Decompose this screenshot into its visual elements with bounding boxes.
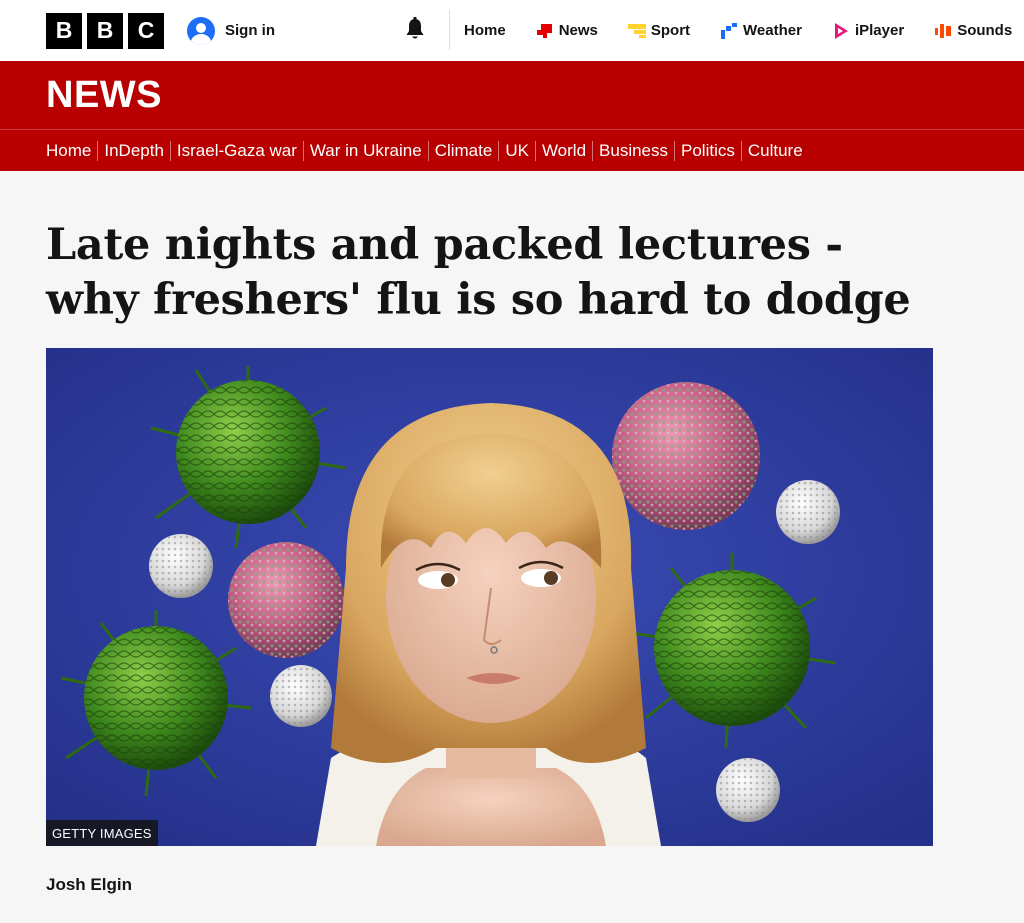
news-icon [536, 23, 552, 38]
section-item-politics[interactable]: Politics [674, 140, 741, 161]
section-item-war-in-ukraine[interactable]: War in Ukraine [302, 140, 428, 161]
nav-iplayer[interactable]: iPlayer [832, 22, 904, 40]
nav-home[interactable]: Home [464, 22, 506, 39]
nav-iplayer-label: iPlayer [854, 22, 905, 39]
sounds-icon [935, 23, 952, 38]
section-item-climate[interactable]: Climate [427, 140, 499, 161]
news-banner: NEWS [0, 61, 1024, 129]
article-headline: Late nights and packed lectures - why fr… [46, 220, 911, 325]
nav-weather[interactable]: Weather [720, 22, 802, 40]
section-item-culture[interactable]: Culture [740, 140, 809, 161]
global-nav: Home News Sport Weather iPlayer Sounds [464, 0, 1012, 61]
nav-sport-label: Sport [650, 22, 691, 39]
global-header: B B C Sign in Home News Sport Weather iP… [0, 0, 1024, 61]
hero-illustration [46, 348, 933, 846]
nav-sounds[interactable]: Sounds [934, 22, 1012, 40]
account-icon [187, 16, 215, 45]
section-item-israel-gaza-war[interactable]: Israel-Gaza war [169, 140, 303, 161]
iplayer-icon [834, 22, 848, 39]
bbc-logo-letter: C [128, 12, 164, 49]
sport-icon [627, 23, 646, 38]
bbc-logo[interactable]: B B C [46, 12, 164, 49]
section-item-indepth[interactable]: InDepth [97, 140, 170, 161]
notifications-bell-icon[interactable] [402, 16, 428, 42]
news-logo[interactable]: NEWS [46, 74, 162, 117]
section-item-home[interactable]: Home [46, 141, 97, 161]
section-nav: Home InDepth Israel-Gaza war War in Ukra… [0, 129, 1024, 171]
article-author[interactable]: Josh Elgin [46, 875, 132, 895]
nav-sounds-label: Sounds [957, 22, 1013, 39]
article-hero-image: GETTY IMAGES [46, 348, 933, 846]
nav-news[interactable]: News [536, 22, 598, 40]
weather-icon [721, 22, 738, 39]
nav-weather-label: Weather [743, 22, 802, 39]
bbc-logo-letter: B [87, 12, 123, 49]
nav-sport[interactable]: Sport [627, 22, 691, 40]
nav-home-label: Home [464, 22, 506, 39]
section-item-world[interactable]: World [534, 140, 592, 161]
sign-in-button[interactable]: Sign in [187, 16, 275, 45]
sign-in-label: Sign in [225, 22, 275, 39]
header-divider [449, 10, 450, 50]
nav-news-label: News [558, 22, 598, 39]
bbc-logo-letter: B [46, 12, 82, 49]
image-credit: GETTY IMAGES [46, 820, 158, 846]
section-item-uk[interactable]: UK [498, 140, 535, 161]
section-item-business[interactable]: Business [592, 140, 674, 161]
